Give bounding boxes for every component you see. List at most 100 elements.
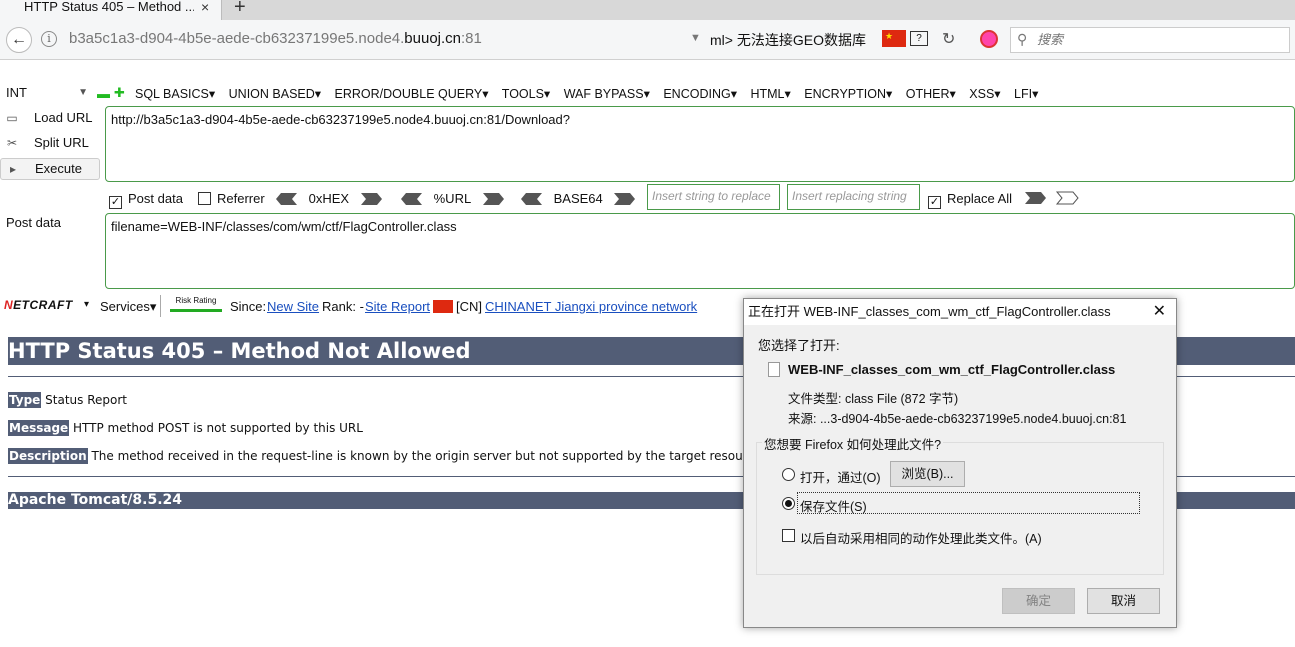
chevron-down-icon: ▼ <box>78 87 88 98</box>
referrer-checkbox[interactable]: Referrer <box>198 191 265 206</box>
tab-bar: HTTP Status 405 – Method ... × + <box>0 0 1295 20</box>
post-data-check: ✓ <box>109 196 122 209</box>
url-port: :81 <box>461 30 482 47</box>
increase-icon[interactable]: ✚ <box>114 85 125 101</box>
menu-html[interactable]: HTML▾ <box>750 87 790 101</box>
action-question: 您想要 Firefox 如何处理此文件? <box>762 434 944 453</box>
url-encode-label: %URL <box>433 191 472 206</box>
navigation-bar: ← i b3a5c1a3-d904-4b5e-aede-cb63237199e5… <box>0 20 1295 60</box>
execute-button[interactable]: ▸ Execute <box>0 158 100 180</box>
open-with-label[interactable]: 打开，通过(O) <box>800 467 881 486</box>
help-icon[interactable]: ? <box>910 31 928 46</box>
message-row: Message HTTP method POST is not supporte… <box>8 420 363 436</box>
menu-lfi[interactable]: LFI▾ <box>1014 87 1038 101</box>
replace-all-check: ✓ <box>928 196 941 209</box>
load-url-label: Load URL <box>34 110 93 125</box>
file-source: 来源: ...3-d904-4b5e-aede-cb63237199e5.nod… <box>788 412 1127 426</box>
base64-encoder: BASE64 <box>520 191 636 206</box>
file-type: 文件类型: class File (872 字节) <box>788 392 959 406</box>
base64-encode-icon[interactable] <box>612 192 636 206</box>
post-data-textarea[interactable]: filename=WEB-INF/classes/com/wm/ctf/Flag… <box>105 213 1295 289</box>
hex-encode-icon[interactable] <box>359 192 383 206</box>
menu-union-based[interactable]: UNION BASED▾ <box>229 87 321 101</box>
risk-rating[interactable]: Risk Rating <box>170 296 222 312</box>
replace-apply-icon[interactable] <box>1055 191 1079 205</box>
close-tab-icon[interactable]: × <box>201 0 209 15</box>
new-tab-button[interactable]: + <box>234 0 246 19</box>
back-button[interactable]: ← <box>6 27 32 53</box>
search-icon: ⚲ <box>1017 31 1028 47</box>
base64-label: BASE64 <box>553 191 603 206</box>
open-with-radio[interactable] <box>782 468 795 481</box>
menu-tools[interactable]: TOOLS▾ <box>502 87 550 101</box>
hex-decode-icon[interactable] <box>275 192 299 206</box>
ok-button[interactable]: 确定 <box>1002 588 1075 614</box>
dialog-title: 正在打开 WEB-INF_classes_com_wm_ctf_FlagCont… <box>748 304 1111 319</box>
type-select[interactable]: INT ▼ <box>0 83 92 103</box>
menu-encoding[interactable]: ENCODING▾ <box>663 87 737 101</box>
search-box[interactable]: ⚲ <box>1010 27 1290 53</box>
post-data-checkbox[interactable]: ✓ Post data <box>109 191 183 209</box>
china-flag-icon: ★ <box>882 30 906 47</box>
description-value: The method received in the request-line … <box>91 449 766 463</box>
site-report-link[interactable]: Site Report <box>365 299 430 314</box>
netcraft-menu-icon[interactable]: ▾ <box>84 299 89 310</box>
reload-icon[interactable]: ↻ <box>942 29 955 49</box>
hex-encoder: 0xHEX <box>275 191 383 206</box>
hex-label: 0xHEX <box>308 191 350 206</box>
search-input[interactable] <box>1037 32 1277 47</box>
menu-other[interactable]: OTHER▾ <box>906 87 956 101</box>
geo-status: ml> 无法连接GEO数据库 <box>710 32 866 48</box>
tab-title: HTTP Status 405 – Method ... <box>24 0 194 14</box>
url-dropdown-icon[interactable]: ▼ <box>690 32 701 44</box>
noscript-icon[interactable] <box>980 30 998 48</box>
rank-label: Rank: - <box>322 299 364 314</box>
split-url-label: Split URL <box>34 135 89 150</box>
netcraft-logo[interactable]: NETCRAFT <box>4 298 73 312</box>
message-key: Message <box>8 420 70 436</box>
replace-all-checkbox[interactable]: ✓ Replace All <box>928 191 1012 209</box>
replace-with-input[interactable]: Insert replacing string <box>787 184 920 210</box>
execute-label: Execute <box>35 161 82 176</box>
menu-error-double-query[interactable]: ERROR/DOUBLE QUERY▾ <box>335 87 489 101</box>
auto-action-label[interactable]: 以后自动采用相同的动作处理此类文件。(A) <box>800 528 1042 547</box>
load-url-button[interactable]: ▭ Load URL <box>0 108 100 130</box>
save-file-radio[interactable] <box>782 497 795 510</box>
hackbar-menu: SQL BASICS▾ UNION BASED▾ ERROR/DOUBLE QU… <box>135 86 1048 101</box>
url-encode-icon[interactable] <box>481 192 505 206</box>
play-icon: ▸ <box>9 162 17 176</box>
replace-search-input[interactable]: Insert string to replace <box>647 184 780 210</box>
referrer-label: Referrer <box>217 191 265 206</box>
cancel-button[interactable]: 取消 <box>1087 588 1160 614</box>
browse-button[interactable]: 浏览(B)... <box>890 461 965 487</box>
hackbar-options: ✓ Post data Referrer 0xHEX %URL BASE64 In… <box>105 184 1295 210</box>
file-name: WEB-INF_classes_com_wm_ctf_FlagControlle… <box>788 362 1116 377</box>
url-domain: buuoj.cn <box>404 30 462 47</box>
auto-action-checkbox[interactable] <box>782 529 795 542</box>
china-flag-icon <box>433 300 453 313</box>
menu-xss[interactable]: XSS▾ <box>969 87 1000 101</box>
url-decode-icon[interactable] <box>400 192 424 206</box>
scissors-icon: ✂ <box>6 136 18 150</box>
network-link[interactable]: CHINANET Jiangxi province network <box>485 299 697 314</box>
services-menu[interactable]: Services▾ <box>100 299 156 315</box>
menu-waf-bypass[interactable]: WAF BYPASS▾ <box>564 87 650 101</box>
address-bar[interactable]: b3a5c1a3-d904-4b5e-aede-cb63237199e5.nod… <box>69 30 482 47</box>
new-site-link[interactable]: New Site <box>267 299 319 314</box>
type-row: Type Status Report <box>8 392 127 408</box>
decrease-icon[interactable]: ▬ <box>97 86 110 101</box>
save-file-label[interactable]: 保存文件(S) <box>800 496 867 515</box>
url-textarea[interactable]: http://b3a5c1a3-d904-4b5e-aede-cb6323719… <box>105 106 1295 182</box>
menu-sql-basics[interactable]: SQL BASICS▾ <box>135 87 215 101</box>
tab-active[interactable]: HTTP Status 405 – Method ... × <box>0 0 222 20</box>
split-url-button[interactable]: ✂ Split URL <box>0 133 100 155</box>
info-icon[interactable]: i <box>41 31 57 47</box>
type-select-value: INT <box>6 85 27 100</box>
base64-decode-icon[interactable] <box>520 192 544 206</box>
close-icon[interactable]: ✕ <box>1153 299 1166 325</box>
chosen-label: 您选择了打开: <box>758 338 840 353</box>
risk-rating-label: Risk Rating <box>175 296 217 305</box>
netcraft-toolbar: NETCRAFT ▾ Services▾ Risk Rating Since: … <box>0 295 740 320</box>
menu-encryption[interactable]: ENCRYPTION▾ <box>804 87 892 101</box>
replace-forward-icon[interactable] <box>1023 191 1047 205</box>
